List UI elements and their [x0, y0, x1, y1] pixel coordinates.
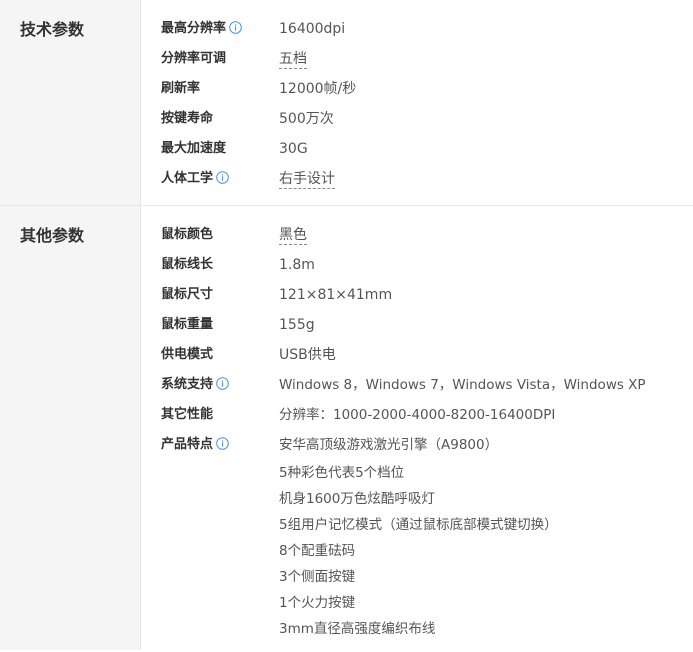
spec-label: 按键寿命 [161, 111, 214, 126]
spec-label: 鼠标线长 [161, 257, 214, 272]
spec-label: 产品特点 [141, 430, 279, 460]
spec-label: 鼠标尺寸 [161, 287, 214, 302]
spec-row-cable-length: 鼠标线长 1.8m [141, 250, 693, 280]
spec-label: 最大加速度 [161, 141, 227, 156]
tech-params-list: 最高分辨率 16400dpi 分辨率可调 五档 刷新率 12000帧/秒 按键寿… [141, 0, 693, 205]
spec-label: 分辨率可调 [161, 51, 227, 66]
spec-value[interactable]: 黑色 [279, 220, 307, 250]
spec-value: USB供电 [279, 347, 336, 363]
spec-row-power-mode: 供电模式 USB供电 [141, 340, 693, 370]
spec-value: Windows 8，Windows 7，Windows Vista，Window… [279, 377, 646, 393]
spec-label: 鼠标颜色 [161, 227, 214, 242]
spec-value: 分辨率：1000-2000-4000-8200-16400DPI [279, 407, 556, 423]
info-circle-icon[interactable] [216, 171, 229, 184]
info-circle-icon[interactable] [229, 21, 242, 34]
spec-label: 其它性能 [161, 407, 214, 422]
feature-item: 机身1600万色炫酷呼吸灯 [279, 491, 435, 507]
spec-label: 最高分辨率 [141, 14, 279, 44]
spec-row-features: 产品特点 安华高顶级游戏激光引擎（A9800） 5种彩色代表5个档位 机身160… [141, 430, 693, 642]
spec-label: 供电模式 [161, 347, 214, 362]
spec-row-adjustable-resolution: 分辨率可调 五档 [141, 44, 693, 74]
spec-row-mouse-weight: 鼠标重量 155g [141, 310, 693, 340]
spec-label: 系统支持 [141, 370, 279, 400]
tech-params-section: 技术参数 最高分辨率 16400dpi 分辨率可调 五档 刷新率 12000帧/… [0, 0, 693, 205]
info-circle-icon[interactable] [216, 437, 229, 450]
spec-value[interactable]: 右手设计 [279, 164, 335, 194]
spec-label: 人体工学 [141, 164, 279, 194]
spec-row-key-lifespan: 按键寿命 500万次 [141, 104, 693, 134]
spec-value: 16400dpi [279, 21, 346, 37]
spec-row-mouse-color: 鼠标颜色 黑色 [141, 220, 693, 250]
other-params-section: 其他参数 鼠标颜色 黑色 鼠标线长 1.8m 鼠标尺寸 121×81×41mm … [0, 205, 693, 650]
spec-row-ergonomics: 人体工学 右手设计 [141, 164, 693, 194]
info-circle-icon[interactable] [216, 377, 229, 390]
spec-row-other-performance: 其它性能 分辨率：1000-2000-4000-8200-16400DPI [141, 400, 693, 430]
spec-value: 30G [279, 141, 308, 157]
spec-row-max-resolution: 最高分辨率 16400dpi [141, 14, 693, 44]
spec-value: 121×81×41mm [279, 287, 393, 303]
other-params-list: 鼠标颜色 黑色 鼠标线长 1.8m 鼠标尺寸 121×81×41mm 鼠标重量 … [141, 206, 693, 650]
spec-value[interactable]: 五档 [279, 44, 307, 74]
feature-item: 8个配重砝码 [279, 543, 356, 559]
section-title: 技术参数 [0, 0, 141, 205]
spec-value: 1.8m [279, 257, 315, 273]
spec-value: 155g [279, 317, 315, 333]
features-list: 安华高顶级游戏激光引擎（A9800） 5种彩色代表5个档位 机身1600万色炫酷… [279, 430, 558, 642]
spec-row-os-support: 系统支持 Windows 8，Windows 7，Windows Vista，W… [141, 370, 693, 400]
spec-label: 鼠标重量 [161, 317, 214, 332]
feature-item: 5种彩色代表5个档位 [279, 465, 405, 481]
spec-value: 500万次 [279, 111, 334, 127]
feature-item: 安华高顶级游戏激光引擎（A9800） [279, 437, 499, 453]
spec-row-max-acceleration: 最大加速度 30G [141, 134, 693, 164]
spec-row-mouse-size: 鼠标尺寸 121×81×41mm [141, 280, 693, 310]
section-title: 其他参数 [0, 206, 141, 650]
spec-value: 12000帧/秒 [279, 81, 357, 97]
feature-item: 5组用户记忆模式（通过鼠标底部模式键切换） [279, 517, 558, 533]
spec-row-refresh-rate: 刷新率 12000帧/秒 [141, 74, 693, 104]
spec-label: 刷新率 [161, 81, 201, 96]
feature-item: 1个火力按键 [279, 595, 356, 611]
feature-item: 3mm直径高强度编织布线 [279, 621, 436, 637]
feature-item: 3个侧面按键 [279, 569, 356, 585]
